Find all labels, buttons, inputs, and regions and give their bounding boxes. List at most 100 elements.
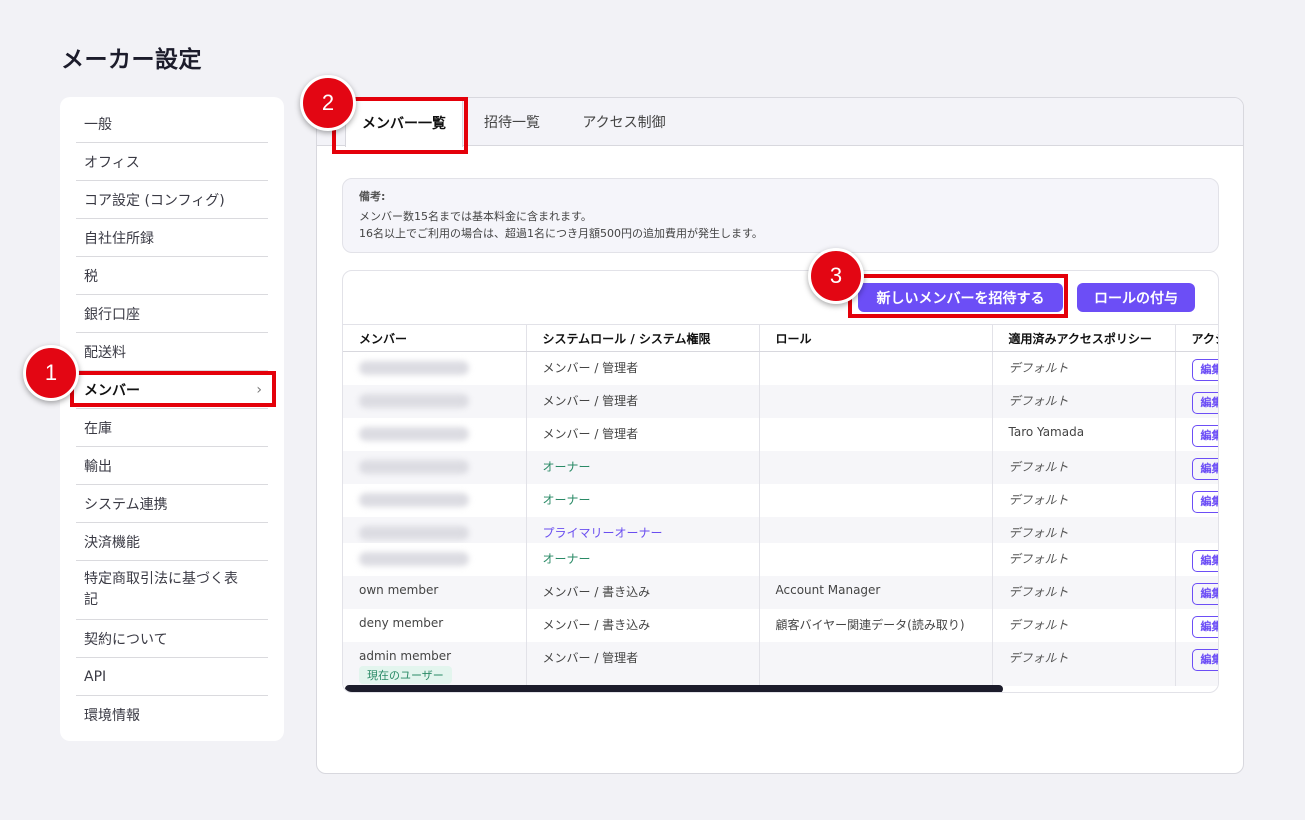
- note-heading: 備考:: [359, 190, 386, 203]
- member-cell: [343, 417, 527, 451]
- system-role-cell: オーナー: [526, 542, 760, 576]
- sidebar-item-label: 銀行口座: [84, 306, 140, 323]
- edit-button[interactable]: 編集: [1191, 490, 1218, 513]
- members-panel: メンバー一覧 招待一覧 アクセス制御 備考: メンバー数15名までは基本料金に含…: [316, 97, 1244, 774]
- redacted-name: [359, 426, 469, 441]
- member-name: admin member: [359, 648, 452, 663]
- action-cell: 編集: [1175, 542, 1218, 576]
- tab-invitations[interactable]: 招待一覧: [467, 98, 557, 146]
- policy-cell: Taro Yamada: [992, 417, 1176, 451]
- table-row: メンバー / 管理者 Taro Yamada 編集: [343, 417, 1218, 451]
- table-row: メンバー / 管理者 デフォルト 編集: [343, 351, 1218, 385]
- column-header[interactable]: 適用済みアクセスポリシー: [992, 324, 1176, 352]
- action-cell: 編集: [1175, 450, 1218, 484]
- column-header[interactable]: ロール: [759, 324, 993, 352]
- redacted-name: [359, 551, 469, 566]
- policy-cell: デフォルト: [992, 516, 1176, 543]
- sidebar-item-label: 特定商取引法に基づく表記: [84, 571, 238, 608]
- policy-cell: デフォルト: [992, 351, 1176, 385]
- sidebar-item-label: コア設定 (コンフィグ): [84, 192, 225, 209]
- step-marker-2: 2: [300, 75, 356, 131]
- sidebar-item-commerce-law[interactable]: 特定商取引法に基づく表記: [76, 561, 268, 620]
- current-user-badge: 現在のユーザー: [359, 665, 452, 684]
- column-header[interactable]: システムロール / システム権限: [526, 324, 760, 352]
- redacted-name: [359, 361, 469, 375]
- member-cell: deny member: [343, 608, 527, 642]
- table-header-row: メンバー システムロール / システム権限 ロール 適用済みアクセスポリシー ア…: [343, 324, 1218, 352]
- table-row: メンバー / 管理者 デフォルト 編集: [343, 384, 1218, 418]
- role-cell: [759, 516, 993, 543]
- highlight-box-invite-button: [848, 274, 1068, 318]
- sidebar-item-core-config[interactable]: コア設定 (コンフィグ): [76, 181, 268, 219]
- system-role-cell: オーナー: [526, 483, 760, 517]
- system-role-cell: メンバー / 書き込み: [526, 608, 760, 642]
- action-cell: 編集: [1175, 351, 1218, 385]
- role-cell: [759, 450, 993, 484]
- role-cell: [759, 641, 993, 686]
- sidebar-item-api[interactable]: API: [76, 658, 268, 696]
- column-header[interactable]: アクション: [1175, 324, 1218, 352]
- sidebar-item-tax[interactable]: 税: [76, 257, 268, 295]
- assign-role-button[interactable]: ロールの付与: [1077, 283, 1195, 312]
- system-role-cell: メンバー / 管理者: [526, 417, 760, 451]
- edit-button[interactable]: 編集: [1191, 648, 1218, 671]
- action-cell: 編集: [1175, 641, 1218, 686]
- table-row: オーナー デフォルト 編集: [343, 542, 1218, 576]
- table-row: オーナー デフォルト 編集: [343, 450, 1218, 484]
- sidebar-item-contract[interactable]: 契約について: [76, 620, 268, 658]
- table-row: プライマリーオーナー デフォルト: [343, 516, 1218, 543]
- tab-access-control[interactable]: アクセス制御: [569, 98, 679, 146]
- role-cell: [759, 384, 993, 418]
- sidebar-item-bank-account[interactable]: 銀行口座: [76, 295, 268, 333]
- member-cell: admin member 現在のユーザー: [343, 641, 527, 686]
- members-card: 新しいメンバーを招待する ロールの付与 メンバー システムロール / システム権…: [342, 270, 1219, 693]
- system-role-cell: オーナー: [526, 450, 760, 484]
- note-box: 備考: メンバー数15名までは基本料金に含まれます。 16名以上でご利用の場合は…: [342, 178, 1219, 253]
- edit-button[interactable]: 編集: [1191, 359, 1218, 381]
- sidebar-item-inventory[interactable]: 在庫: [76, 409, 268, 447]
- note-line: 16名以上でご利用の場合は、超過1名につき月額500円の追加費用が発生します。: [359, 227, 763, 240]
- system-role-cell: メンバー / 管理者: [526, 641, 760, 686]
- sidebar-item-export[interactable]: 輸出: [76, 447, 268, 485]
- redacted-name: [359, 492, 469, 507]
- settings-sidebar: 一般 オフィス コア設定 (コンフィグ) 自社住所録 税 銀行口座 配送料 メン…: [60, 97, 284, 741]
- edit-button[interactable]: 編集: [1191, 615, 1218, 638]
- sidebar-item-label: 一般: [84, 116, 112, 133]
- sidebar-item-system-integration[interactable]: システム連携: [76, 485, 268, 523]
- action-cell: 編集: [1175, 384, 1218, 418]
- role-cell: 顧客バイヤー関連データ(読み取り): [759, 608, 993, 642]
- role-cell: [759, 483, 993, 517]
- column-header[interactable]: メンバー: [343, 324, 527, 352]
- sidebar-item-environment[interactable]: 環境情報: [76, 696, 268, 734]
- member-cell: own member: [343, 575, 527, 609]
- step-marker-1: 1: [23, 345, 79, 401]
- edit-button[interactable]: 編集: [1191, 457, 1218, 480]
- table-row: own member メンバー / 書き込み Account Manager デ…: [343, 575, 1218, 609]
- sidebar-item-address-book[interactable]: 自社住所録: [76, 219, 268, 257]
- edit-button[interactable]: 編集: [1191, 391, 1218, 414]
- edit-button[interactable]: 編集: [1191, 549, 1218, 572]
- sidebar-item-label: 税: [84, 268, 98, 285]
- member-cell: [343, 483, 527, 517]
- system-role-cell: メンバー / 管理者: [526, 351, 760, 385]
- sidebar-item-general[interactable]: 一般: [76, 105, 268, 143]
- sidebar-item-label: 自社住所録: [84, 230, 154, 247]
- role-cell: Account Manager: [759, 575, 993, 609]
- edit-button[interactable]: 編集: [1191, 424, 1218, 447]
- policy-cell: デフォルト: [992, 450, 1176, 484]
- role-cell: [759, 542, 993, 576]
- edit-button[interactable]: 編集: [1191, 582, 1218, 605]
- table-row: admin member 現在のユーザー メンバー / 管理者 デフォルト 編集: [343, 641, 1218, 686]
- sidebar-item-label: 輸出: [84, 458, 112, 475]
- sidebar-item-label: システム連携: [84, 496, 168, 513]
- horizontal-scrollbar[interactable]: [345, 685, 1003, 692]
- sidebar-item-payment[interactable]: 決済機能: [76, 523, 268, 561]
- policy-cell: デフォルト: [992, 641, 1176, 686]
- policy-cell: デフォルト: [992, 575, 1176, 609]
- sidebar-item-label: 決済機能: [84, 534, 140, 551]
- members-table: メンバー システムロール / システム権限 ロール 適用済みアクセスポリシー ア…: [343, 324, 1218, 686]
- member-cell: [343, 384, 527, 418]
- sidebar-item-office[interactable]: オフィス: [76, 143, 268, 181]
- sidebar-item-shipping-fee[interactable]: 配送料: [76, 333, 268, 371]
- step-marker-3: 3: [808, 248, 864, 304]
